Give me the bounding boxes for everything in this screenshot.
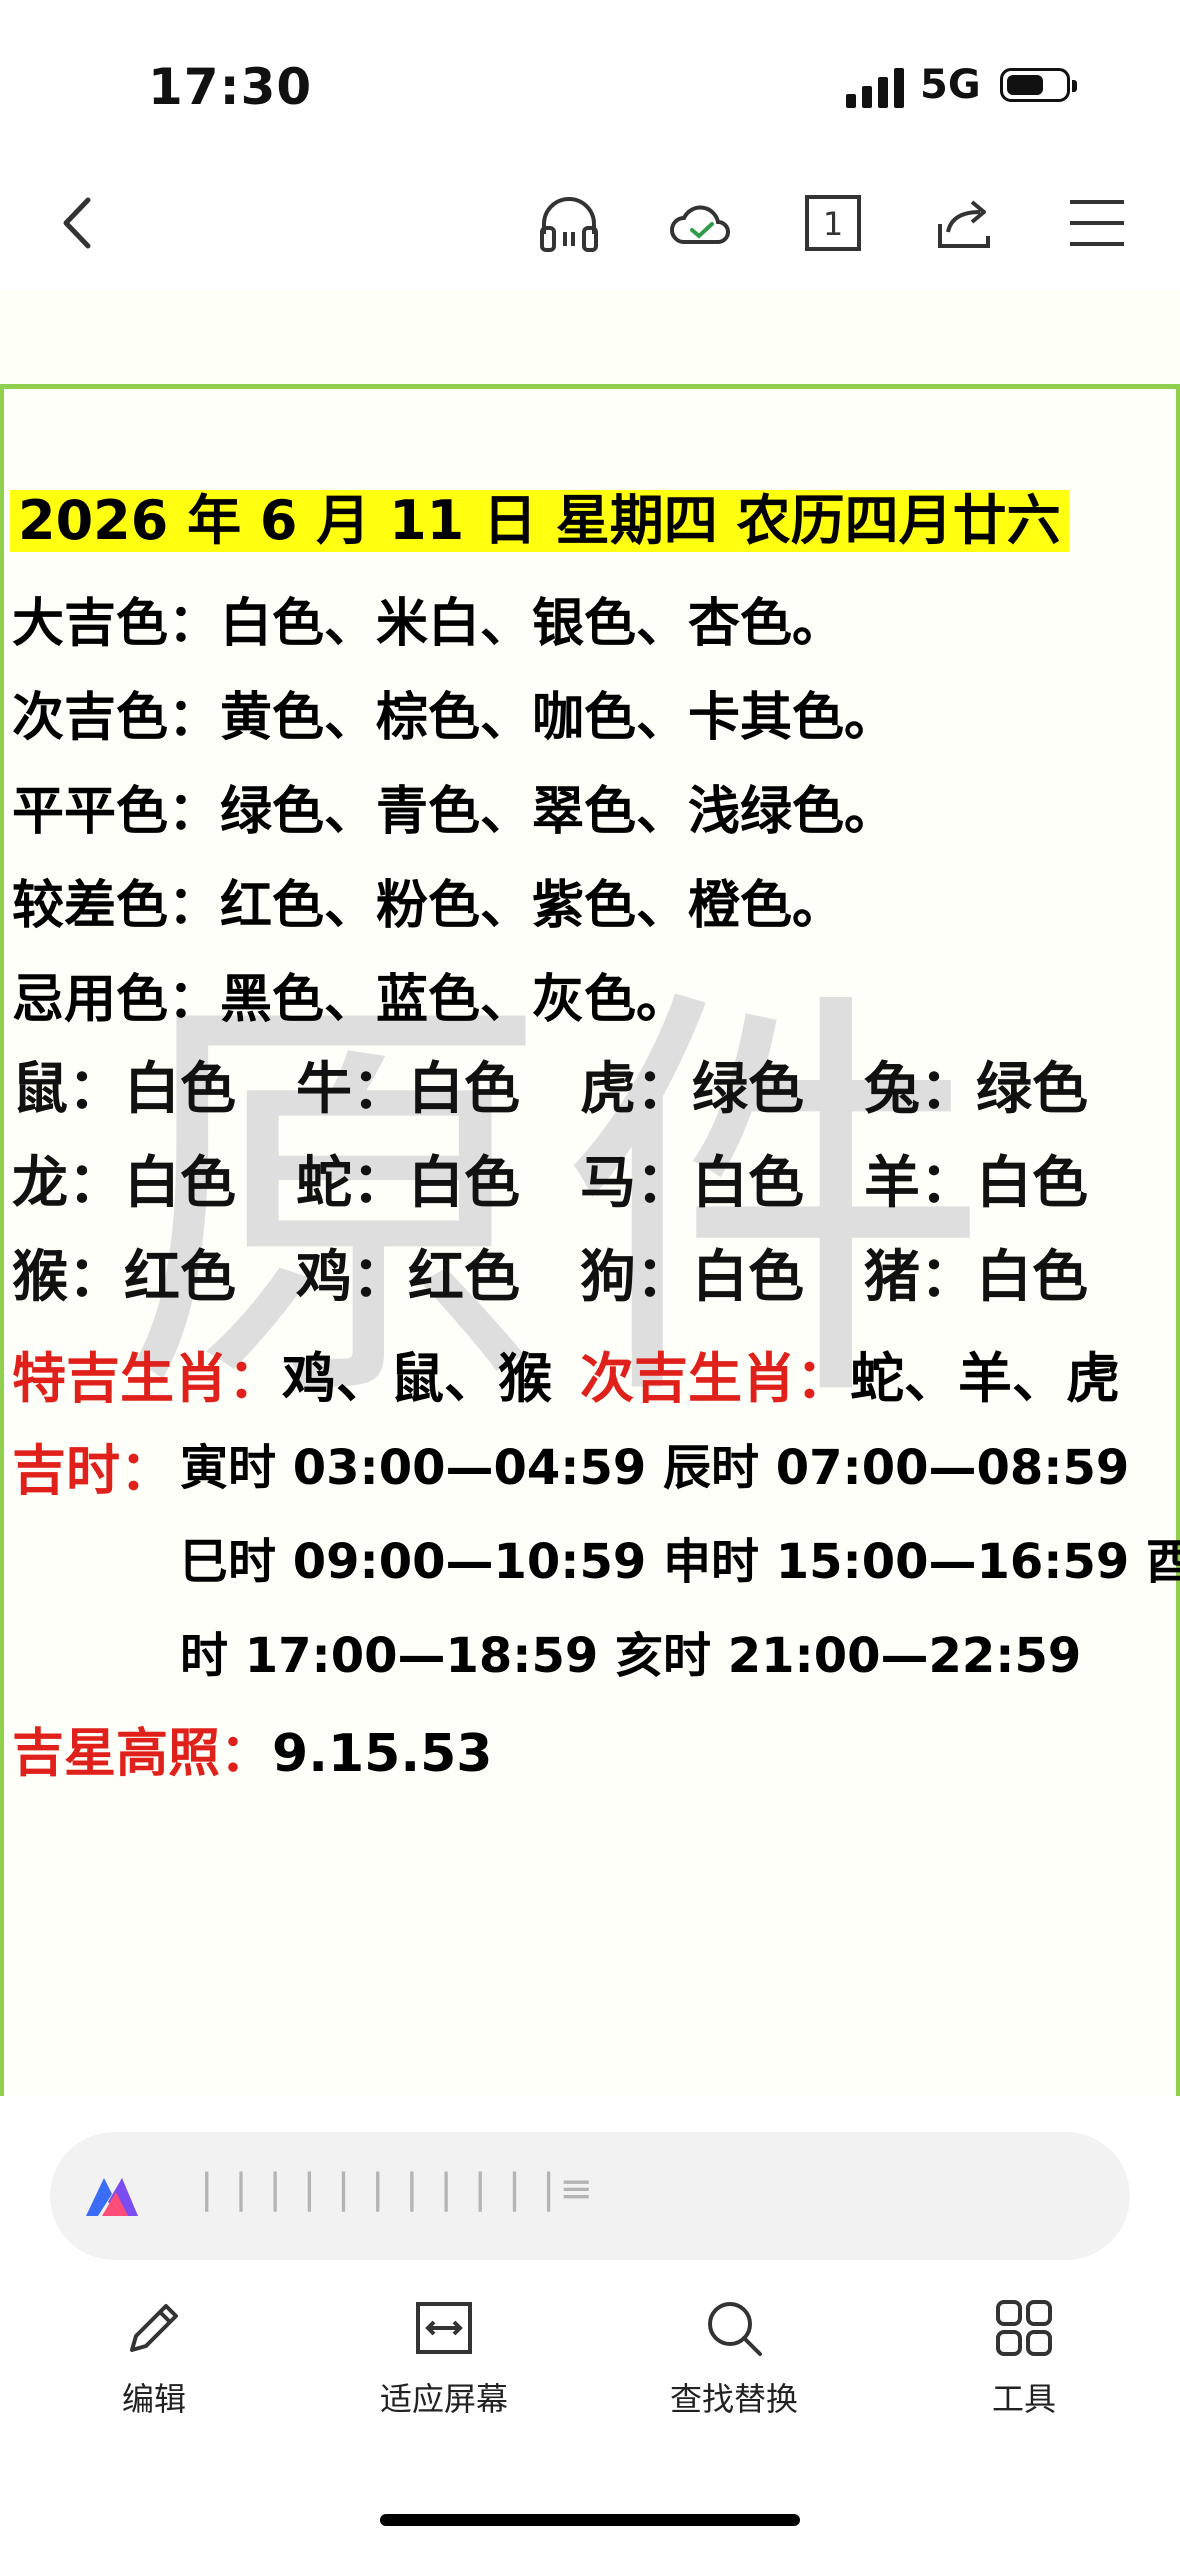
- date-line: 2026 年 6 月 11 日 星期四 农历四月廿六: [10, 490, 1069, 552]
- find-replace-button[interactable]: 查找替换: [644, 2292, 824, 2420]
- headphones-icon[interactable]: [534, 188, 604, 258]
- color-row-3: 平平色：绿色、青色、翠色、浅绿色。: [12, 782, 897, 842]
- color-row-4: 较差色：红色、粉色、紫色、橙色。: [12, 876, 845, 936]
- page-count-button[interactable]: 1: [798, 188, 868, 258]
- lucky-time-line: 时 17:00—18:59 亥时 21:00—22:59: [180, 1628, 1082, 1684]
- signal-icon: [846, 66, 904, 108]
- edit-button[interactable]: 编辑: [64, 2292, 244, 2420]
- zodiac-cell: 牛：白色: [296, 1057, 520, 1122]
- zodiac-cell: 龙：白色: [12, 1151, 236, 1216]
- cloud-check-icon[interactable]: [666, 188, 736, 258]
- search-icon: [708, 2302, 762, 2356]
- edit-label: 编辑: [121, 2380, 186, 2418]
- zodiac-cell: 鼠：白色: [12, 1057, 236, 1122]
- zodiac-cell: 猪：白色: [864, 1245, 1088, 1310]
- lucky-time-line: 寅时 03:00—04:59 辰时 07:00—08:59: [180, 1440, 1130, 1496]
- ai-logo-icon: [82, 2172, 142, 2220]
- tools-button[interactable]: 工具: [934, 2292, 1114, 2420]
- menu-icon[interactable]: [1062, 188, 1132, 258]
- zodiac-cell: 羊：白色: [864, 1151, 1088, 1216]
- zodiac-cell: 虎：绿色: [580, 1057, 804, 1122]
- zodiac-cell: 马：白色: [580, 1151, 804, 1216]
- zodiac-cell: 兔：绿色: [864, 1057, 1088, 1122]
- grid-icon: [996, 2300, 1052, 2356]
- special-zodiac-row: 特吉生肖：鸡、鼠、猴 次吉生肖：蛇、羊、虎: [12, 1347, 1120, 1410]
- zodiac-cell: 猴：红色: [12, 1245, 236, 1310]
- document-top-margin: [0, 290, 1180, 386]
- fit-screen-icon: [416, 2302, 472, 2354]
- fit-screen-label: 适应屏幕: [379, 2380, 508, 2418]
- zodiac-cell: 鸡：红色: [296, 1245, 520, 1310]
- home-indicator[interactable]: [380, 2514, 800, 2526]
- color-row-5: 忌用色：黑色、蓝色、灰色。: [12, 970, 689, 1030]
- lucky-time-line: 巳时 09:00—10:59 申时 15:00—16:59 酉: [180, 1534, 1180, 1590]
- back-icon[interactable]: [44, 188, 114, 258]
- network-label: 5G: [920, 62, 981, 108]
- color-row-1: 大吉色：白色、米白、银色、杏色。: [12, 594, 845, 654]
- color-row-2: 次吉色：黄色、棕色、咖色、卡其色。: [12, 688, 897, 748]
- page-count-label: 1: [823, 205, 843, 243]
- fit-screen-button[interactable]: 适应屏幕: [354, 2292, 534, 2420]
- zodiac-cell: 蛇：白色: [296, 1151, 520, 1216]
- find-replace-label: 查找替换: [669, 2380, 798, 2418]
- pencil-icon: [130, 2304, 178, 2352]
- status-time: 17:30: [148, 58, 313, 116]
- tools-label: 工具: [991, 2380, 1056, 2418]
- ai-bar-text: | | | | | | | | | | |≡: [200, 2166, 597, 2212]
- share-icon[interactable]: [930, 188, 1000, 258]
- zodiac-cell: 狗：白色: [580, 1245, 804, 1310]
- battery-icon: [1000, 68, 1077, 102]
- lucky-time-label: 吉时：: [12, 1439, 174, 1502]
- lucky-star-row: 吉星高照：9.15.53: [12, 1724, 493, 1784]
